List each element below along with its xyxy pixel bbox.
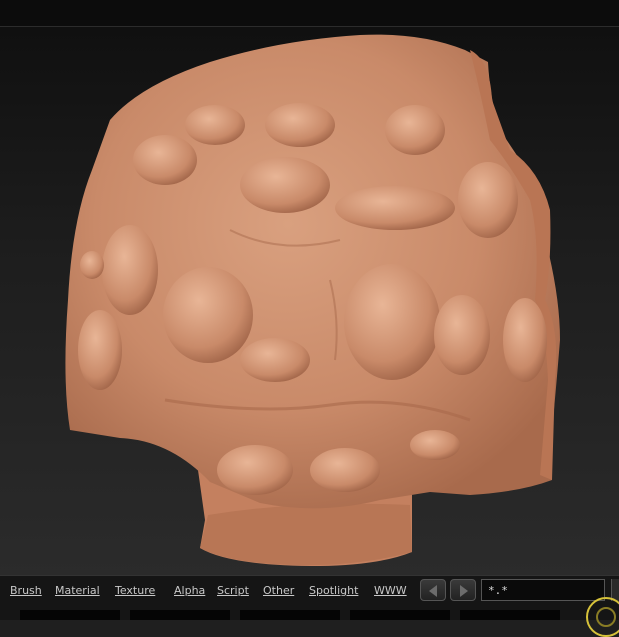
menu-other[interactable]: Other [263,582,294,600]
prev-button[interactable] [420,579,446,601]
menu-script[interactable]: Script [217,582,249,600]
menu-material[interactable]: Material [55,582,100,600]
menu-texture[interactable]: Texture [115,582,155,600]
top-toolbar [0,0,619,27]
menu-brush[interactable]: Brush [10,582,42,600]
arrow-right-icon [460,585,468,597]
filter-input[interactable] [481,579,605,601]
canvas-viewport[interactable] [0,27,619,575]
menu-alpha[interactable]: Alpha [174,582,205,600]
rotate-gizmo-icon[interactable] [586,597,619,637]
next-button[interactable] [450,579,476,601]
bottom-tray: Brush Material Texture Alpha Script Othe… [0,575,619,620]
menu-spotlight[interactable]: Spotlight [309,582,358,600]
sculpted-mesh[interactable] [0,27,619,575]
menu-www[interactable]: WWW [374,582,407,600]
arrow-left-icon [429,585,437,597]
